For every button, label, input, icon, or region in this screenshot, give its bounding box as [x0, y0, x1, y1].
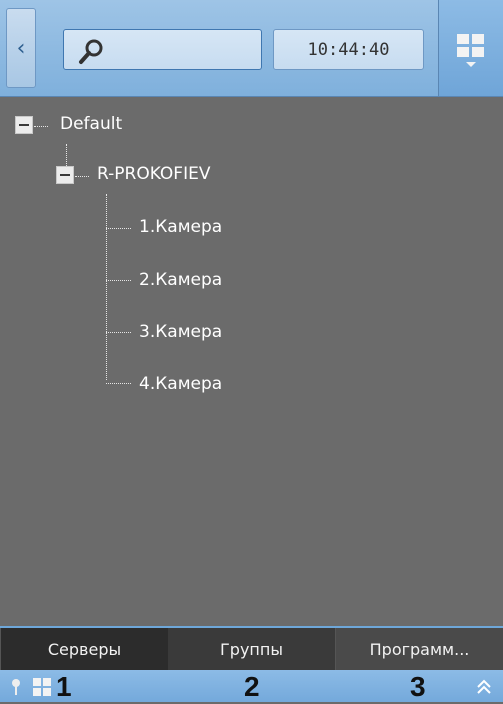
double-chevron-up-icon[interactable] [476, 679, 492, 695]
server-tree: Default R-PROKOFIEV 1.Камера 2.Камера 3.… [0, 100, 503, 620]
top-toolbar: ‹ 10:44:40 [0, 0, 503, 97]
chevron-left-icon: ‹ [16, 35, 26, 61]
page-1-button[interactable]: 1 [56, 670, 72, 704]
search-input[interactable] [63, 29, 262, 70]
page-2-button[interactable]: 2 [244, 670, 260, 704]
tree-node-camera[interactable]: 2.Камера [139, 270, 222, 290]
tree-connector [106, 280, 131, 281]
bottom-statusbar: 1 2 3 [0, 670, 503, 702]
tab-groups[interactable]: Группы [168, 628, 335, 670]
time-display[interactable]: 10:44:40 [273, 29, 424, 70]
layout-button[interactable] [438, 0, 503, 96]
tree-connector [106, 383, 131, 384]
tree-node-camera[interactable]: 3.Камера [139, 322, 222, 342]
tree-node-camera[interactable]: 1.Камера [139, 217, 222, 237]
tree-connector [34, 126, 48, 127]
bottom-tabs: Серверы Группы Программ... [0, 626, 503, 670]
tree-connector [106, 332, 131, 333]
grid-icon[interactable] [33, 678, 51, 696]
pin-icon[interactable] [10, 678, 22, 696]
tree-node-camera[interactable]: 4.Камера [139, 374, 222, 394]
tree-node-server[interactable]: R-PROKOFIEV [97, 164, 210, 184]
search-icon [79, 39, 103, 64]
tab-programs[interactable]: Программ... [335, 628, 503, 670]
tree-connector [106, 228, 131, 229]
layout-grid-icon [457, 34, 484, 67]
tree-connector [75, 176, 89, 177]
tree-connector [106, 194, 107, 380]
tab-servers[interactable]: Серверы [0, 628, 168, 670]
tree-node-root[interactable]: Default [60, 114, 122, 134]
back-button[interactable]: ‹ [6, 8, 36, 88]
collapse-server-icon[interactable] [56, 166, 74, 184]
collapse-root-icon[interactable] [15, 116, 33, 134]
page-3-button[interactable]: 3 [410, 670, 426, 704]
